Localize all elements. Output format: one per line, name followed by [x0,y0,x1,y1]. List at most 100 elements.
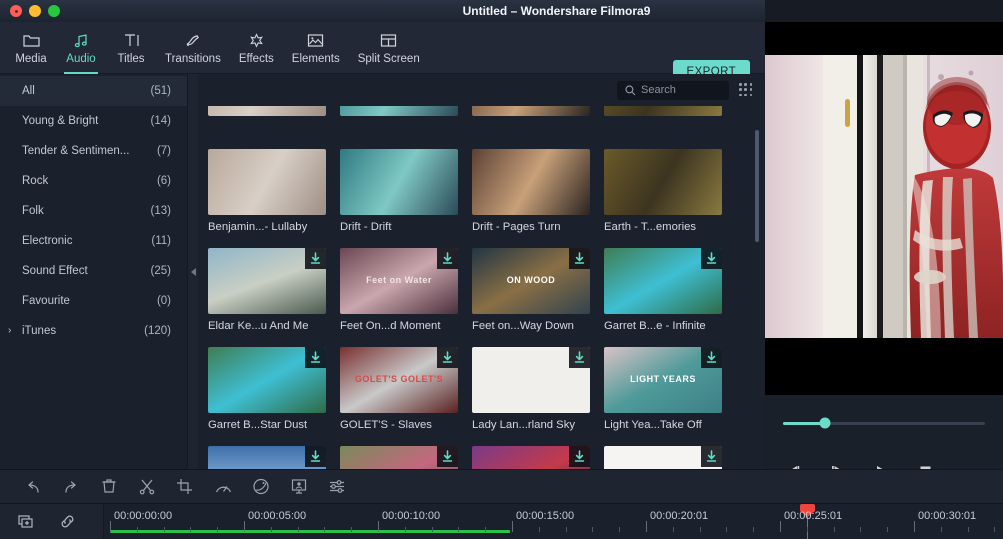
trash-icon[interactable] [96,475,122,499]
audio-thumbnail[interactable]: ADVENTURE [472,446,590,469]
audio-grid-item[interactable]: Eldar Ke...u And Me [208,248,340,347]
audio-thumbnail[interactable] [208,149,326,215]
minimize-window-button[interactable] [29,5,41,17]
redo-arrow-icon[interactable] [58,475,84,499]
audio-thumbnail[interactable] [604,248,722,314]
main-tab-bar: Media Audio Titles Transitions Effects E… [0,22,765,84]
audio-item-name: Eldar Ke...u And Me [208,320,309,332]
audio-grid-item[interactable]: Lady Lan...rland Sky [472,347,604,446]
audio-grid-item[interactable]: ADVENTURELior seke...dventure [472,446,604,469]
sidebar-item-rock[interactable]: Rock (6) [0,166,187,196]
audio-item-name: Benjamin...- Lullaby [208,221,308,233]
timeline-minor-tick [753,527,755,532]
audio-thumbnail[interactable] [208,248,326,314]
audio-grid-item[interactable]: Garret B...Star Dust [208,347,340,446]
tab-audio-label: Audio [66,53,96,65]
volume-slider[interactable] [783,417,985,429]
audio-grid-item[interactable]: ON WOOD Feet on...Way Down [472,248,604,347]
sidebar-item-sound-effect[interactable]: Sound Effect (25) [0,256,187,286]
audio-thumbnail[interactable]: Feet on Water [340,248,458,314]
close-window-button[interactable] [10,5,22,17]
download-icon[interactable] [305,248,326,269]
audio-grid-item[interactable]: LIGHT YEARS Light Yea...Take Off [604,347,736,446]
tab-titles[interactable]: Titles [106,22,156,74]
add-media-icon[interactable] [14,510,40,534]
audio-thumbnail[interactable] [472,347,590,413]
audio-thumbnail[interactable] [208,347,326,413]
download-icon[interactable] [437,446,458,467]
tab-media[interactable]: Media [6,22,56,74]
tab-transitions[interactable]: Transitions [156,22,230,74]
audio-grid-item[interactable]: Benjamin...- Lullaby [208,149,340,248]
download-icon[interactable] [305,347,326,368]
download-icon[interactable] [569,446,590,467]
sidebar-item-all[interactable]: All (51) [0,76,187,106]
audio-grid-item[interactable]: Feet on Water Feet On...d Moment [340,248,472,347]
audio-thumbnail[interactable]: ON WOOD [472,248,590,314]
audio-grid-item[interactable]: Drift - Drift [340,149,472,248]
audio-grid-item[interactable]: GOLET'S GOLET'S GOLET'S - Slaves [340,347,472,446]
timeline-minor-tick [270,527,272,532]
audio-thumbnail[interactable]: Little Map's [604,446,722,469]
audio-grid-item[interactable]: go for the goldLights on...e For Us [340,446,472,469]
search-placeholder: Search [641,84,676,96]
sidebar-collapse-handle[interactable] [188,74,198,469]
window-traffic-lights [10,5,60,17]
palette-icon[interactable] [248,475,274,499]
undo-arrow-icon[interactable] [20,475,46,499]
timeline-ruler[interactable]: 00:00:00:00 00:00:05:00 00:00:10:00 00:00:1… [104,504,1003,539]
audio-thumbnail[interactable]: GOLET'S GOLET'S [340,347,458,413]
browser-vertical-scrollbar[interactable] [755,130,759,242]
sidebar-item-label: Young & Bright [22,115,99,127]
download-icon[interactable] [437,248,458,269]
tab-effects[interactable]: Effects [230,22,283,74]
green-screen-icon[interactable] [286,475,312,499]
sidebar-item-count: (51) [150,85,171,97]
sidebar-item-young-bright[interactable]: Young & Bright (14) [0,106,187,136]
download-icon[interactable] [569,248,590,269]
tab-elements[interactable]: Elements [283,22,349,74]
grid-view-icon[interactable] [739,83,753,97]
audio-thumbnail[interactable] [604,149,722,215]
sliders-icon[interactable] [324,475,350,499]
chevron-right-icon[interactable]: › [8,326,11,336]
download-icon[interactable] [701,347,722,368]
audio-thumbnail[interactable] [472,149,590,215]
video-preview[interactable] [765,22,1003,395]
audio-grid-item[interactable]: Little Map'sLittle Maps - Eddie [604,446,736,469]
sidebar-item-tender-sentimen[interactable]: Tender & Sentimen... (7) [0,136,187,166]
search-input[interactable]: Search [617,80,729,100]
audio-grid-item[interactable]: Drift - Pages Turn [472,149,604,248]
audio-thumbnail[interactable]: GAME_OF_TREES [208,446,326,469]
scissors-icon[interactable] [134,475,160,499]
sparkle-icon [248,31,265,50]
audio-grid-item[interactable]: Earth - T...emories [604,149,736,248]
maximize-window-button[interactable] [48,5,60,17]
sidebar-item-favourite[interactable]: Favourite (0) [0,286,187,316]
timeline-minor-tick [672,527,674,532]
sidebar-item-electronic[interactable]: Electronic (11) [0,226,187,256]
sidebar-item-itunes[interactable]: › iTunes (120) [0,316,187,346]
timeline-major-tick [646,521,647,532]
audio-item-name: Drift - Pages Turn [472,221,561,233]
speedometer-icon[interactable] [210,475,236,499]
audio-thumbnail[interactable] [340,149,458,215]
download-icon[interactable] [437,347,458,368]
sidebar-item-folk[interactable]: Folk (13) [0,196,187,226]
download-icon[interactable] [701,248,722,269]
tab-split-screen[interactable]: Split Screen [349,22,429,74]
audio-thumbnail[interactable]: go for the gold [340,446,458,469]
link-icon[interactable] [54,510,80,534]
timeline-audio-track[interactable] [110,530,510,533]
crop-icon[interactable] [172,475,198,499]
download-icon[interactable] [701,446,722,467]
audio-grid-item[interactable]: Garret B...e - Infinite [604,248,736,347]
download-icon[interactable] [305,446,326,467]
download-icon[interactable] [569,347,590,368]
audio-thumbnail[interactable]: LIGHT YEARS [604,347,722,413]
audio-grid-item[interactable]: GAME_OF_TREESLights on...Of Trees [208,446,340,469]
tab-audio[interactable]: Audio [56,22,106,74]
timeline-minor-tick [619,527,621,532]
timeline-minor-tick [485,527,487,532]
volume-slider-knob[interactable] [819,417,831,429]
